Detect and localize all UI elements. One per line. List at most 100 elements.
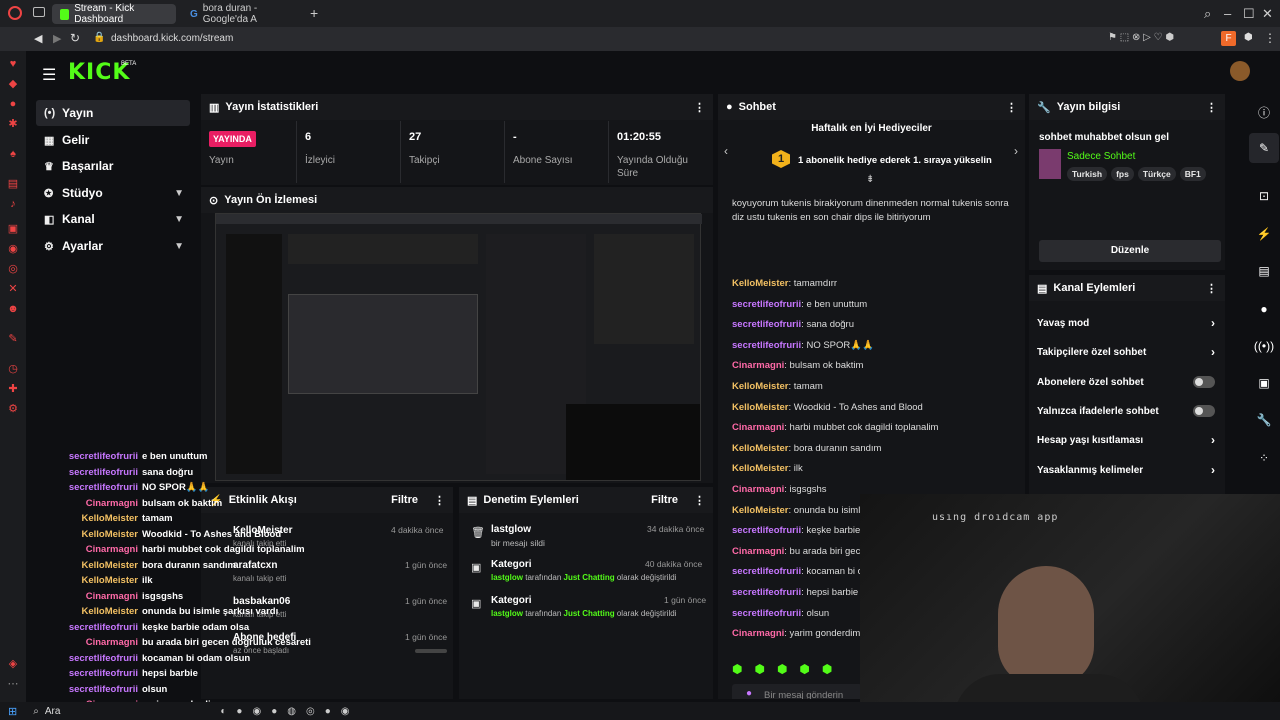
chat-username[interactable]: Cinarmagni <box>732 628 784 639</box>
chat-username[interactable]: KelloMeister <box>732 402 789 413</box>
action-banned-words[interactable]: Yasaklanmış kelimeler › <box>1037 456 1221 484</box>
search-tabs-icon[interactable]: ⌕ <box>1204 6 1211 22</box>
workspaces-icon[interactable] <box>33 7 45 17</box>
nav-revenue[interactable]: ▦ Gelir <box>36 127 190 153</box>
more-options-icon[interactable]: ⋮ <box>1206 282 1217 295</box>
microphone-icon[interactable]: ● <box>746 688 752 699</box>
discord-icon[interactable]: ☻ <box>6 302 20 316</box>
mod-category[interactable]: Just Chatting <box>564 609 615 618</box>
chat-username[interactable]: Cinarmagni <box>732 360 784 371</box>
chevron-right-icon[interactable]: › <box>1014 144 1018 158</box>
chat-username[interactable]: secretlifeofrurii <box>732 587 801 598</box>
mod-category[interactable]: Just Chatting <box>564 573 615 582</box>
target-icon[interactable]: ⊡ <box>1249 181 1279 211</box>
forward-icon[interactable]: ▶ <box>53 32 61 45</box>
user-avatar[interactable] <box>1230 61 1250 81</box>
chat-username[interactable]: secretlifeofrurii <box>732 340 801 351</box>
taskbar-app-icons[interactable]: ◐●◉●◍◎●◉ <box>220 706 359 717</box>
minimize-icon[interactable]: – <box>1224 6 1231 21</box>
taskbar-search[interactable]: Ara <box>45 706 61 717</box>
chat-username[interactable]: Cinarmagni <box>732 484 784 495</box>
gx-icon[interactable]: ◈ <box>6 657 20 671</box>
list-icon[interactable]: ▤ <box>1249 256 1279 286</box>
chat-username[interactable]: Cinarmagni <box>732 422 784 433</box>
nav-channel[interactable]: ◧ Kanal ▼ <box>36 206 190 232</box>
chat-username[interactable]: KelloMeister <box>732 505 789 516</box>
mod-user[interactable]: lastglow <box>491 609 523 618</box>
hamburger-menu-icon[interactable]: ☰ <box>42 65 56 85</box>
action-emote-only[interactable]: Yalnızca ifadelerle sohbet <box>1037 397 1221 425</box>
chevron-left-icon[interactable]: ‹ <box>724 144 728 158</box>
tag[interactable]: Türkçe <box>1137 167 1176 181</box>
tab-google-search[interactable]: G bora duran - Google'da A <box>182 3 306 25</box>
pencil-icon[interactable]: ✎ <box>1249 133 1279 163</box>
maximize-icon[interactable]: ☐ <box>1243 6 1255 22</box>
chat-username[interactable]: KelloMeister <box>732 463 789 474</box>
twitch-icon[interactable]: ▣ <box>6 222 20 236</box>
action-account-age[interactable]: Hesap yaşı kısıtlaması › <box>1037 426 1221 454</box>
action-followers-only[interactable]: Takipçilere özel sohbet › <box>1037 338 1221 366</box>
category-thumbnail[interactable] <box>1039 149 1061 179</box>
profile-avatar[interactable]: F <box>1221 31 1236 46</box>
pen-icon[interactable]: ✎ <box>6 332 20 346</box>
chat-username[interactable]: KelloMeister <box>732 443 789 454</box>
lightning-icon[interactable]: ⚡ <box>1249 219 1279 249</box>
close-icon[interactable]: ✕ <box>1262 6 1273 22</box>
info-icon[interactable]: ⓘ <box>1249 97 1279 127</box>
chat-username[interactable]: KelloMeister <box>732 381 789 392</box>
extensions-panel-icon[interactable]: ✚ <box>6 382 20 396</box>
gaming-icon[interactable]: ✱ <box>6 117 20 131</box>
action-slow-mode[interactable]: Yavaş mod › <box>1037 309 1221 337</box>
action-subscribers-only[interactable]: Abonelere özel sohbet <box>1037 368 1221 396</box>
extension-icons[interactable]: ⚑ ⬚ ⊗ ▷ ♡ ⬢ <box>1108 32 1174 43</box>
opera-logo-icon[interactable] <box>8 6 22 20</box>
search-icon[interactable]: ⌕ <box>33 706 39 717</box>
chat-username[interactable]: Cinarmagni <box>732 546 784 557</box>
nav-achievements[interactable]: ♛ Başarılar <box>36 153 190 179</box>
preview-video[interactable] <box>215 213 702 481</box>
reload-icon[interactable]: ↻ <box>70 31 80 45</box>
more-icon[interactable]: ⋯ <box>6 677 20 691</box>
games-icon[interactable]: ♠ <box>6 147 20 161</box>
chat-username[interactable]: secretlifeofrurii <box>732 299 801 310</box>
clock-icon[interactable]: ◷ <box>6 362 20 376</box>
extensions-icon[interactable]: ⬢ <box>1244 32 1253 43</box>
apps-icon[interactable]: ⁘ <box>1249 443 1279 473</box>
back-icon[interactable]: ◀ <box>34 32 42 45</box>
crypto-icon[interactable]: ● <box>6 97 20 111</box>
instagram-icon[interactable]: ◎ <box>6 262 20 276</box>
shop-icon[interactable]: ▤ <box>6 177 20 191</box>
emote-bar[interactable]: ⬢⬢⬢⬢⬢ <box>732 662 844 676</box>
menu-icon[interactable]: ⋮ <box>1264 31 1276 45</box>
nav-settings[interactable]: ⚙ Ayarlar ▼ <box>36 233 190 259</box>
more-options-icon[interactable]: ⋮ <box>1006 101 1017 114</box>
nav-stream[interactable]: (•) Yayın <box>36 100 190 126</box>
chat-username[interactable]: secretlifeofrurii <box>732 525 801 536</box>
category-link[interactable]: Sadece Sohbet <box>1067 151 1135 162</box>
wrench-rail-icon[interactable]: 🔧 <box>1249 405 1279 435</box>
chat-username[interactable]: secretlifeofrurii <box>732 566 801 577</box>
pinned-icon[interactable]: ⇟ <box>866 174 874 185</box>
chat-bubble-icon[interactable]: ● <box>1249 294 1279 324</box>
settings-icon[interactable]: ⚙ <box>6 402 20 416</box>
edit-button[interactable]: Düzenle <box>1039 240 1221 262</box>
tag[interactable]: Turkish <box>1067 167 1108 181</box>
music-icon[interactable]: ♪ <box>6 197 20 211</box>
toggle-switch[interactable] <box>1193 376 1215 388</box>
url-input[interactable]: dashboard.kick.com/stream <box>111 33 233 44</box>
aria-icon[interactable]: ◆ <box>6 77 20 91</box>
toggle-switch[interactable] <box>1193 405 1215 417</box>
more-options-icon[interactable]: ⋮ <box>694 494 705 507</box>
layout-icon[interactable]: ▣ <box>1249 368 1279 398</box>
filter-button[interactable]: Filtre <box>651 494 678 506</box>
messenger-icon[interactable]: ◉ <box>6 242 20 256</box>
mod-user[interactable]: lastglow <box>491 573 523 582</box>
more-options-icon[interactable]: ⋮ <box>1206 101 1217 114</box>
chat-username[interactable]: KelloMeister <box>732 278 789 289</box>
home-icon[interactable]: ♥ <box>6 57 20 71</box>
tag[interactable]: fps <box>1111 167 1134 181</box>
chat-username[interactable]: secretlifeofrurii <box>732 319 801 330</box>
windows-start-icon[interactable]: ⊞ <box>8 705 17 718</box>
broadcast-rail-icon[interactable]: ((•)) <box>1249 331 1279 361</box>
more-options-icon[interactable]: ⋮ <box>694 101 705 114</box>
